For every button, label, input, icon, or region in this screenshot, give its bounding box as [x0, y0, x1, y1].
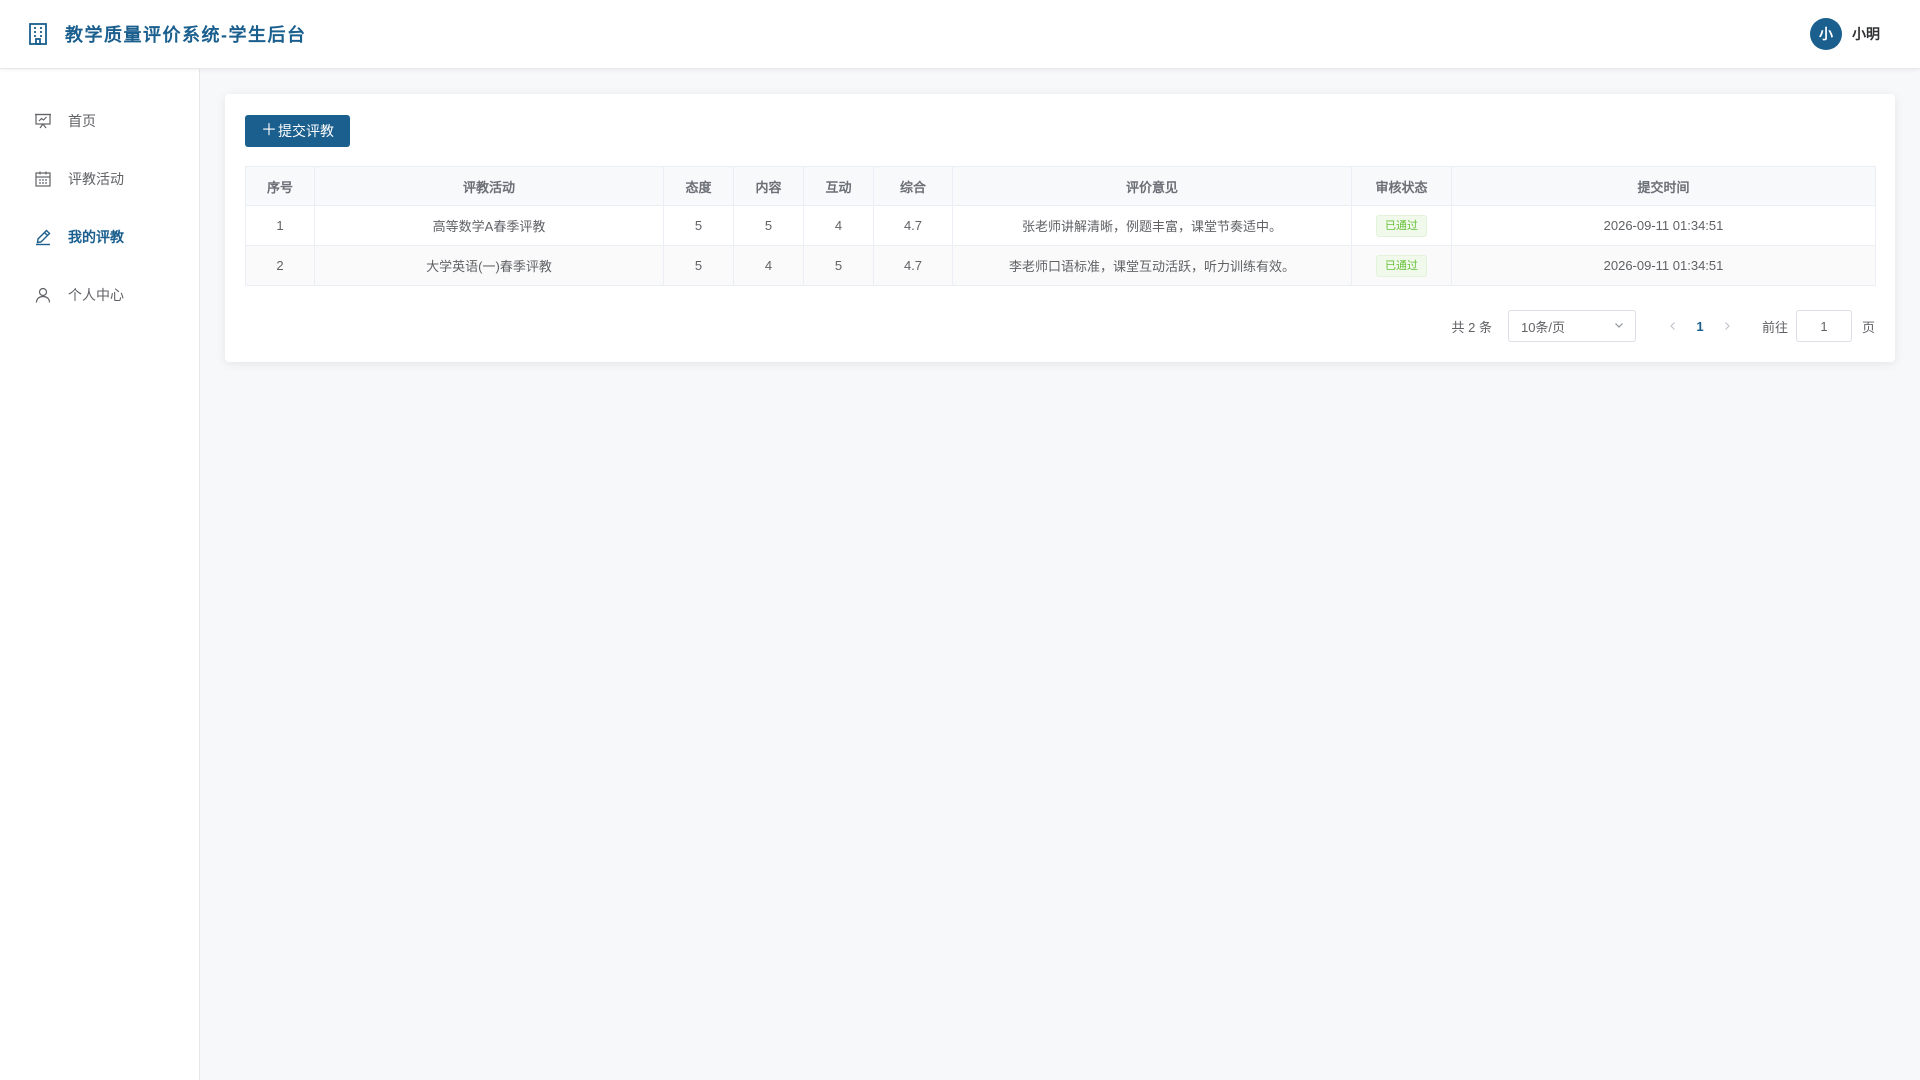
pagination: 共 2 条 10条/页 1 前往 页 — [1451, 310, 1875, 342]
chevron-right-icon — [1725, 322, 1730, 330]
sidebar-item-my-evaluations[interactable]: 我的评教 — [0, 208, 199, 266]
cell-overall: 4.7 — [873, 245, 953, 286]
cell-overall: 4.7 — [873, 205, 953, 246]
column-header-comment: 评价意见 — [952, 166, 1352, 206]
plus-icon: ＋ — [261, 122, 278, 139]
cell-time: 2026-09-11 01:34:51 — [1451, 245, 1876, 286]
cell-interaction: 4 — [803, 205, 874, 246]
sidebar-item-label: 个人中心 — [68, 287, 124, 303]
evaluations-table: 序号 评教活动 态度 内容 互动 综合 评价意见 审核状态 提交时间 1 高等数… — [245, 166, 1876, 286]
table-row[interactable]: 2 大学英语(一)春季评教 5 4 5 4.7 李老师口语标准，课堂互动活跃，听… — [245, 245, 1876, 286]
next-page-button[interactable] — [1712, 320, 1742, 332]
calendar-icon — [34, 170, 52, 188]
column-header-attitude: 态度 — [663, 166, 734, 206]
cell-index: 1 — [245, 205, 315, 246]
cell-content: 4 — [733, 245, 804, 286]
chevron-left-icon — [1670, 322, 1675, 330]
sidebar-item-label: 首页 — [68, 113, 96, 129]
cell-time: 2026-09-11 01:34:51 — [1451, 205, 1876, 246]
cell-attitude: 5 — [663, 205, 734, 246]
sidebar-item-label: 评教活动 — [68, 171, 124, 187]
page-size-value: 10条/页 — [1520, 319, 1566, 335]
sidebar: 首页 评教活动 我的评教 个人中心 — [0, 69, 200, 1080]
cell-comment: 李老师口语标准，课堂互动活跃，听力训练有效。 — [952, 245, 1352, 286]
brand: 教学质量评价系统-学生后台 — [26, 21, 307, 47]
column-header-index: 序号 — [245, 166, 315, 206]
avatar[interactable]: 小 — [1810, 18, 1842, 50]
cell-content: 5 — [733, 205, 804, 246]
column-header-interaction: 互动 — [803, 166, 874, 206]
chevron-down-icon — [1613, 319, 1625, 334]
username[interactable]: 小明 — [1852, 24, 1880, 44]
sidebar-item-label: 我的评教 — [68, 229, 124, 245]
column-header-time: 提交时间 — [1451, 166, 1876, 206]
prev-page-button[interactable] — [1658, 320, 1688, 332]
submit-evaluation-label: 提交评教 — [278, 123, 335, 139]
sidebar-item-profile[interactable]: 个人中心 — [0, 266, 199, 324]
goto-page-input[interactable] — [1795, 310, 1852, 342]
user-menu[interactable]: 小 小明 — [1810, 18, 1880, 50]
sidebar-item-activities[interactable]: 评教活动 — [0, 150, 199, 208]
presentation-icon — [34, 112, 52, 130]
column-header-status: 审核状态 — [1351, 166, 1452, 206]
column-header-activity: 评教活动 — [314, 166, 664, 206]
cell-comment: 张老师讲解清晰，例题丰富，课堂节奏适中。 — [952, 205, 1352, 246]
status-badge: 已通过 — [1376, 254, 1427, 277]
table-row[interactable]: 1 高等数学A春季评教 5 5 4 4.7 张老师讲解清晰，例题丰富，课堂节奏适… — [245, 205, 1876, 246]
evaluations-card: ＋ 提交评教 序号 评教活动 态度 内容 互动 综合 评价意见 审核状态 提交时… — [225, 94, 1895, 362]
cell-index: 2 — [245, 245, 315, 286]
table-header-row: 序号 评教活动 态度 内容 互动 综合 评价意见 审核状态 提交时间 — [245, 166, 1876, 206]
app-title: 教学质量评价系统-学生后台 — [65, 25, 307, 45]
user-icon — [34, 286, 52, 304]
cell-status: 已通过 — [1351, 245, 1452, 286]
cell-activity: 高等数学A春季评教 — [314, 205, 664, 246]
top-header: 教学质量评价系统-学生后台 小 小明 — [0, 0, 1920, 69]
column-header-content: 内容 — [733, 166, 804, 206]
sidebar-item-home[interactable]: 首页 — [0, 92, 199, 150]
cell-interaction: 5 — [803, 245, 874, 286]
column-header-overall: 综合 — [873, 166, 953, 206]
cell-activity: 大学英语(一)春季评教 — [314, 245, 664, 286]
building-icon — [26, 22, 50, 46]
submit-evaluation-button[interactable]: ＋ 提交评教 — [245, 115, 351, 147]
cell-status: 已通过 — [1351, 205, 1452, 246]
page-size-select[interactable]: 10条/页 — [1507, 310, 1636, 342]
status-badge: 已通过 — [1376, 214, 1427, 237]
cell-attitude: 5 — [663, 245, 734, 286]
pen-icon — [34, 228, 52, 246]
pagination-total: 共 2 条 — [1451, 319, 1492, 335]
page-suffix-label: 页 — [1861, 319, 1875, 335]
goto-label: 前往 — [1761, 319, 1788, 335]
page-number-current[interactable]: 1 — [1688, 319, 1712, 334]
